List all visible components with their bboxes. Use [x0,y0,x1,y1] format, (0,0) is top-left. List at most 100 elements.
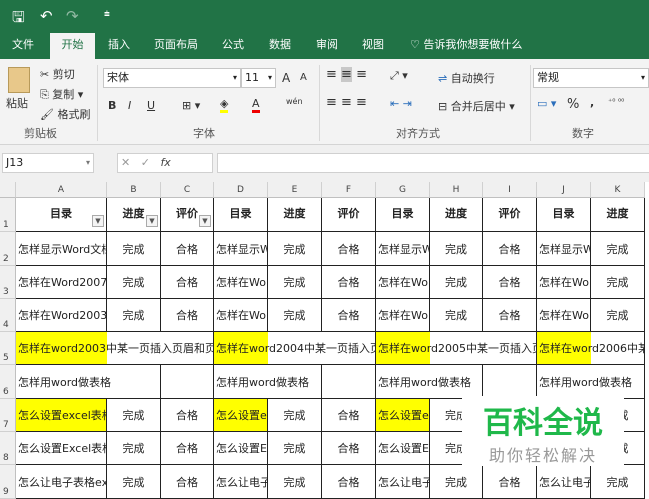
table-cell[interactable]: 完成 [591,299,645,332]
font-size-select[interactable]: 11 ▾ [241,68,276,88]
enter-icon[interactable]: ✓ [141,156,150,169]
format-painter-button[interactable]: 🖌 格式刷 [40,106,90,122]
column-header-K[interactable]: K [591,182,645,198]
header-cell[interactable]: 评价 [483,198,537,232]
filter-dropdown-icon[interactable]: ▼ [199,215,211,227]
row-header-2[interactable]: 2 [0,232,16,266]
accounting-format-icon[interactable]: ▭ ▾ [537,97,556,110]
tab-review[interactable]: 审阅 [310,33,344,59]
column-header-F[interactable]: F [322,182,376,198]
decimal-icons[interactable]: ⁺⁰ ⁰⁰ [608,97,624,106]
insert-function-icon[interactable]: fx [160,156,170,169]
table-cell[interactable]: 怎么设置Excel表格内 [16,432,107,465]
tab-insert[interactable]: 插入 [102,33,136,59]
paste-button[interactable]: 粘贴 [6,95,28,111]
undo-icon[interactable]: ↶ [40,7,53,25]
table-cell[interactable]: 合格 [483,465,537,499]
font-color-button[interactable]: A [252,97,260,113]
column-header-G[interactable]: G [376,182,430,198]
redo-icon[interactable]: ↷ [66,7,79,25]
table-cell[interactable]: 怎么设置excel表格中 [16,399,107,432]
comma-button[interactable]: , [590,96,594,109]
copy-button[interactable]: ⎘ 复制 ▾ [40,86,83,102]
orientation-icon[interactable]: ⤢ ▾ [390,69,408,83]
table-cell[interactable]: 怎样在word2003中某一页插入页眉和页脚 [16,332,214,365]
row-header-8[interactable]: 8 [0,432,16,465]
filter-dropdown-icon[interactable]: ▼ [92,215,104,227]
table-cell[interactable]: 完成 [107,432,161,465]
paste-icon[interactable] [8,67,30,93]
table-cell[interactable]: 怎样用word做表格 [214,365,322,399]
table-cell[interactable]: 完成 [268,232,322,266]
formula-input[interactable] [217,153,649,173]
table-cell[interactable]: 怎样用word做表格 [537,365,645,399]
table-cell[interactable]: 合格 [483,232,537,266]
table-cell[interactable]: 怎样在word2006中某一页插入页眉和页脚 [537,332,645,365]
align-left-icon[interactable]: ≡ ≡ ≡ [326,95,367,110]
table-cell[interactable]: 怎样在Word [537,266,591,299]
table-cell[interactable]: 怎么让电子表 [537,465,591,499]
table-cell[interactable]: 完成 [268,432,322,465]
wrap-text-button[interactable]: ⇌ 自动换行 [438,70,495,86]
table-cell[interactable]: 完成 [430,266,483,299]
merge-center-button[interactable]: ⊟ 合并后居中 ▾ [438,98,515,114]
border-icon[interactable]: ⊞ ▾ [182,99,200,112]
column-header-I[interactable]: I [483,182,537,198]
table-cell[interactable]: 怎么让电子表格excel [16,465,107,499]
table-cell[interactable]: 完成 [430,232,483,266]
indent-icon[interactable]: ⇤ ⇥ [390,97,412,110]
table-cell[interactable]: 怎么让电子表 [376,465,430,499]
table-cell[interactable]: 合格 [161,266,214,299]
table-cell[interactable]: 怎样在Word [214,299,268,332]
table-cell[interactable]: 完成 [107,299,161,332]
table-cell[interactable]: 怎样显示Wo [537,232,591,266]
table-cell[interactable]: 怎样在word2004中某一页插入页眉和页脚 [214,332,376,365]
column-header-J[interactable]: J [537,182,591,198]
table-cell[interactable]: 完成 [268,266,322,299]
column-header-B[interactable]: B [107,182,161,198]
phonetic-button[interactable]: wén [286,97,303,106]
table-cell[interactable]: 完成 [430,299,483,332]
table-cell[interactable]: 合格 [322,266,376,299]
table-cell[interactable]: 怎样在Word [214,266,268,299]
table-cell[interactable] [322,365,376,399]
table-cell[interactable]: 怎么设置Exc [376,432,430,465]
table-cell[interactable]: 合格 [322,399,376,432]
customize-quick-access-icon[interactable]: ⩧ [104,9,110,20]
table-cell[interactable]: 完成 [107,232,161,266]
table-cell[interactable]: 怎样在Word [537,299,591,332]
table-cell[interactable]: 完成 [107,266,161,299]
row-header-7[interactable]: 7 [0,399,16,432]
column-header-D[interactable]: D [214,182,268,198]
table-cell[interactable]: 完成 [591,266,645,299]
tab-data[interactable]: 数据 [263,33,297,59]
save-icon[interactable]: 🖫 [12,7,25,32]
table-cell[interactable]: 完成 [107,399,161,432]
column-header-C[interactable]: C [161,182,214,198]
table-cell[interactable]: 怎样显示Wo [376,232,430,266]
tab-view[interactable]: 视图 [356,33,390,59]
table-cell[interactable]: 合格 [322,299,376,332]
table-cell[interactable]: 完成 [268,465,322,499]
italic-button[interactable]: I [128,99,131,112]
table-cell[interactable]: 合格 [483,266,537,299]
table-cell[interactable]: 完成 [591,465,645,499]
table-cell[interactable]: 合格 [322,232,376,266]
header-cell[interactable]: 进度 [268,198,322,232]
filter-dropdown-icon[interactable]: ▼ [146,215,158,227]
table-cell[interactable]: 怎么让电子表 [214,465,268,499]
tab-file[interactable]: 文件 [6,33,40,59]
row-header-3[interactable]: 3 [0,266,16,299]
percent-button[interactable]: % [567,97,579,112]
table-cell[interactable]: 合格 [322,465,376,499]
table-cell[interactable] [483,365,537,399]
table-cell[interactable]: 完成 [591,232,645,266]
tab-home[interactable]: 开始 [50,33,95,59]
shrink-font-button[interactable]: A [300,72,307,83]
table-cell[interactable]: 合格 [161,432,214,465]
bold-button[interactable]: B [108,99,116,112]
tab-formulas[interactable]: 公式 [216,33,250,59]
table-cell[interactable]: 完成 [107,465,161,499]
row-header-5[interactable]: 5 [0,332,16,365]
name-box[interactable]: J13 ▾ [2,153,94,173]
